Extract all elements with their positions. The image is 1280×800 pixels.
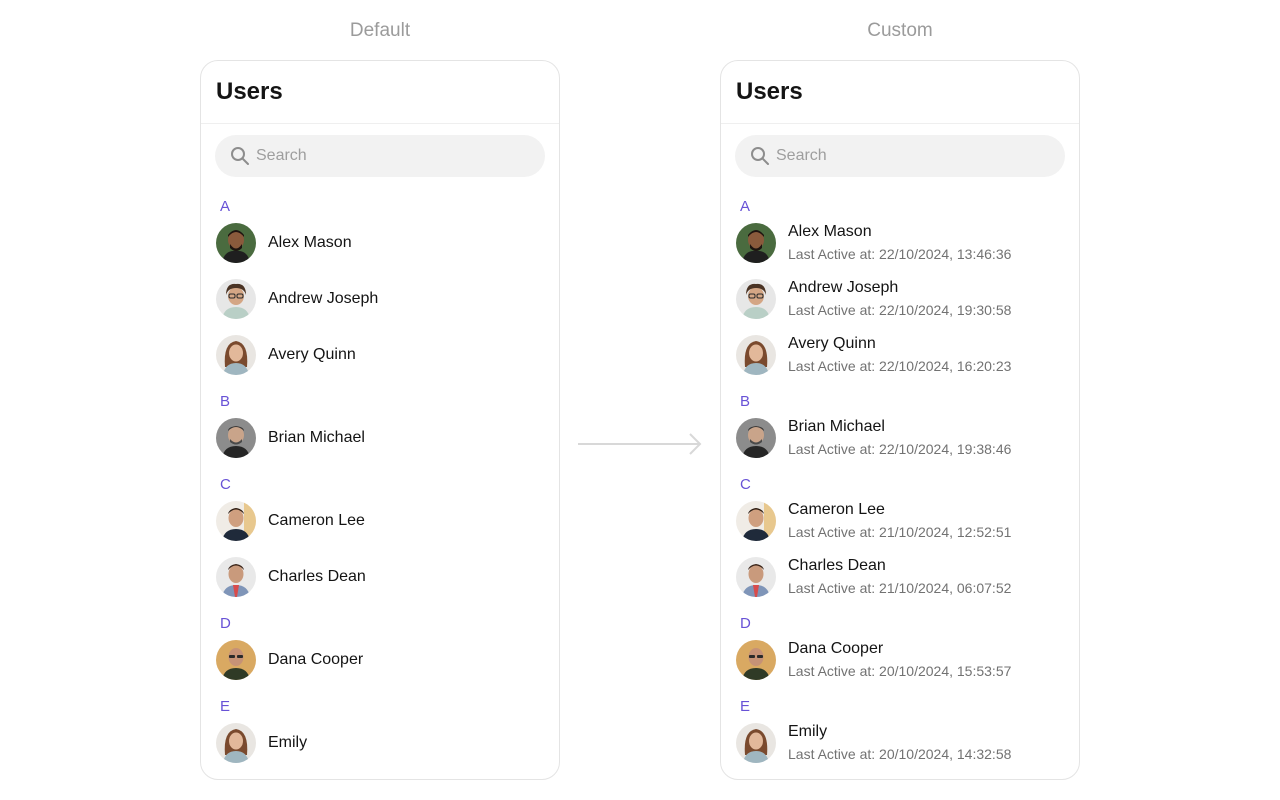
section-header-b: B [740, 393, 751, 410]
user-name[interactable]: Andrew Joseph [788, 278, 898, 298]
user-name[interactable]: Brian Michael [788, 417, 885, 437]
last-active-text: Last Active at: 21/10/2024, 06:07:52 [788, 580, 1012, 596]
search-input[interactable]: Search [215, 135, 545, 177]
user-name[interactable]: Cameron Lee [268, 511, 365, 531]
avatar[interactable] [216, 335, 256, 375]
section-header-e: E [220, 698, 231, 715]
section-header-b: B [220, 393, 231, 410]
last-active-text: Last Active at: 22/10/2024, 19:38:46 [788, 441, 1012, 457]
user-name[interactable]: Andrew Joseph [268, 289, 378, 309]
user-name[interactable]: Cameron Lee [788, 500, 885, 520]
avatar[interactable] [216, 418, 256, 458]
last-active-text: Last Active at: 20/10/2024, 15:53:57 [788, 663, 1012, 679]
user-name[interactable]: Dana Cooper [268, 650, 363, 670]
section-header-e: E [740, 698, 751, 715]
user-name[interactable]: Alex Mason [268, 233, 352, 253]
user-name[interactable]: Brian Michael [268, 428, 365, 448]
last-active-text: Last Active at: 22/10/2024, 19:30:58 [788, 302, 1012, 318]
custom-caption: Custom [867, 20, 933, 41]
avatar[interactable] [216, 223, 256, 263]
avatar[interactable] [216, 279, 256, 319]
section-header-c: C [740, 476, 751, 493]
default-users-panel: Users Search A Alex Mason Andrew Joseph … [200, 60, 560, 780]
section-header-a: A [220, 198, 231, 215]
user-name[interactable]: Avery Quinn [268, 345, 356, 365]
avatar[interactable] [736, 501, 776, 541]
search-placeholder: Search [256, 147, 307, 164]
user-name[interactable]: Avery Quinn [788, 334, 876, 354]
avatar[interactable] [216, 640, 256, 680]
arrow-right-icon [578, 433, 702, 455]
avatar[interactable] [736, 640, 776, 680]
avatar[interactable] [216, 723, 256, 763]
avatar[interactable] [736, 723, 776, 763]
search-icon [750, 146, 770, 166]
last-active-text: Last Active at: 22/10/2024, 16:20:23 [788, 358, 1012, 374]
user-name[interactable]: Charles Dean [268, 567, 366, 587]
avatar[interactable] [736, 279, 776, 319]
search-input[interactable]: Search [735, 135, 1065, 177]
last-active-text: Last Active at: 21/10/2024, 12:52:51 [788, 524, 1012, 540]
avatar[interactable] [216, 501, 256, 541]
avatar[interactable] [216, 557, 256, 597]
avatar[interactable] [736, 418, 776, 458]
user-name[interactable]: Emily [268, 733, 307, 753]
avatar[interactable] [736, 223, 776, 263]
user-name[interactable]: Dana Cooper [788, 639, 883, 659]
panel-title: Users [736, 78, 803, 105]
section-header-c: C [220, 476, 231, 493]
user-name[interactable]: Charles Dean [788, 556, 886, 576]
panel-header: Users [201, 61, 559, 124]
panel-header: Users [721, 61, 1079, 124]
search-placeholder: Search [776, 147, 827, 164]
default-caption: Default [349, 20, 411, 41]
section-header-d: D [740, 615, 751, 632]
avatar[interactable] [736, 557, 776, 597]
search-icon [230, 146, 250, 166]
custom-users-panel: Users Search A Alex Mason Last Active at… [720, 60, 1080, 780]
panel-title: Users [216, 78, 283, 105]
last-active-text: Last Active at: 20/10/2024, 14:32:58 [788, 746, 1012, 762]
user-name[interactable]: Emily [788, 722, 827, 742]
section-header-d: D [220, 615, 231, 632]
section-header-a: A [740, 198, 751, 215]
last-active-text: Last Active at: 22/10/2024, 13:46:36 [788, 246, 1012, 262]
user-name[interactable]: Alex Mason [788, 222, 872, 242]
avatar[interactable] [736, 335, 776, 375]
